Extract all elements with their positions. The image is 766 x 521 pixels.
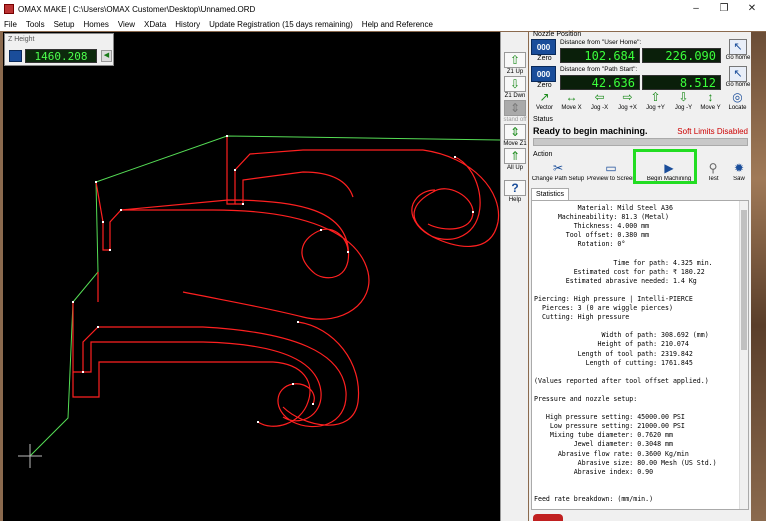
help-button[interactable]: ? Help xyxy=(503,180,527,204)
move-y-icon: ↕ xyxy=(707,90,714,104)
maximize-button[interactable]: ❐ xyxy=(710,0,738,18)
user-home-readout: 000 Zero Distance from "User Home": 102.… xyxy=(531,39,751,65)
zero-icon: 000 xyxy=(531,39,556,55)
move-x-button[interactable]: ↔ Move X xyxy=(558,90,585,114)
menu-setup[interactable]: Setup xyxy=(54,20,75,29)
right-arrow-icon: ⇨ xyxy=(622,90,633,104)
window-controls: – ❐ ✕ xyxy=(682,0,766,18)
statistics-text: Material: Mild Steel A36 Machineability:… xyxy=(534,204,717,503)
up-arrow-icon: ⇧ xyxy=(650,90,661,104)
saw-blade-icon: ✹ xyxy=(733,161,745,175)
tab-statistics[interactable]: Statistics xyxy=(531,188,569,200)
jog-minus-y-button[interactable]: ⇩ Jog -Y xyxy=(670,90,697,114)
action-label: Action xyxy=(533,151,553,158)
statistics-panel[interactable]: Material: Mild Steel A36 Machineability:… xyxy=(531,200,749,510)
menu-bar: File Tools Setup Homes View XData Histor… xyxy=(0,18,766,31)
home-arrow-icon: ↖ xyxy=(729,66,747,82)
standoff-icon: ⇕ xyxy=(504,100,526,116)
soft-limits-indicator: Soft Limits Disabled xyxy=(677,127,748,136)
menu-homes[interactable]: Homes xyxy=(83,20,108,29)
z1-up-button[interactable]: ⇧ Z1 Up xyxy=(503,52,527,76)
user-home-x-value: 102.684 xyxy=(560,48,640,63)
vector-icon: ↗ xyxy=(539,90,550,104)
path-start-readout: 000 Zero Distance from "Path Start": 42.… xyxy=(531,66,751,92)
zero-path-start-button[interactable]: 000 Zero xyxy=(531,66,558,92)
all-up-icon: ⇑ xyxy=(504,148,526,164)
zero-icon: 000 xyxy=(531,66,556,82)
z-height-title: Z Height xyxy=(8,36,35,43)
saw-button[interactable]: ✹ Saw xyxy=(727,160,751,184)
change-path-setup-button[interactable]: ✂ Change Path Setup xyxy=(531,160,585,184)
window-title: OMAX MAKE | C:\Users\OMAX Customer\Deskt… xyxy=(18,4,256,14)
monitor-icon: ▭ xyxy=(605,161,617,175)
move-y-button[interactable]: ↕ Move Y xyxy=(697,90,724,114)
traverse-path xyxy=(29,135,500,457)
menu-xdata[interactable]: XData xyxy=(144,20,166,29)
z1-down-button[interactable]: ⇩ Z1 Dwn xyxy=(503,76,527,100)
test-button[interactable]: ⚲ Test xyxy=(701,160,725,184)
desktop-background xyxy=(751,32,766,521)
cut-path-upper xyxy=(226,136,500,247)
begin-machining-highlight xyxy=(633,149,697,184)
vector-button[interactable]: ↗ Vector xyxy=(531,90,558,114)
path-start-label: Distance from "Path Start": xyxy=(560,66,638,73)
menu-tools[interactable]: Tools xyxy=(26,20,45,29)
minimize-button[interactable]: – xyxy=(682,0,710,18)
menu-help[interactable]: Help and Reference xyxy=(362,20,433,29)
toolpath-drawing xyxy=(18,135,500,468)
go-home-user-button[interactable]: ↖ Go home xyxy=(724,39,752,65)
menu-history[interactable]: History xyxy=(175,20,200,29)
go-home-path-button[interactable]: ↖ Go home xyxy=(724,66,752,92)
help-icon: ? xyxy=(504,180,526,196)
scissors-icon: ✂ xyxy=(552,161,564,175)
left-arrow-icon: ⇦ xyxy=(594,90,605,104)
omax-logo xyxy=(533,514,563,521)
test-icon: ⚲ xyxy=(708,161,718,175)
statistics-scrollbar[interactable] xyxy=(739,201,748,509)
menu-update-registration[interactable]: Update Registration (15 days remaining) xyxy=(209,20,353,29)
home-arrow-icon: ↖ xyxy=(729,39,747,55)
move-z-icon: ⇕ xyxy=(504,124,526,140)
move-z1-button[interactable]: ⇕ Move Z1 xyxy=(503,124,527,148)
jog-minus-x-button[interactable]: ⇦ Jog -X xyxy=(586,90,613,114)
preview-to-screen-button[interactable]: ▭ Preview to Screen xyxy=(587,160,635,184)
z-height-value: 1460.208 xyxy=(25,49,97,63)
cut-path-middle xyxy=(95,181,370,320)
close-button[interactable]: ✕ xyxy=(738,0,766,18)
menu-view[interactable]: View xyxy=(118,20,135,29)
up-arrow-icon: ⇧ xyxy=(504,52,526,68)
z-axis-icon xyxy=(9,50,22,62)
path-start-x-value: 42.636 xyxy=(560,75,640,90)
machining-progress-bar xyxy=(533,138,748,146)
nozzle-position-label: Nozzle Position xyxy=(533,31,582,38)
control-panel: Nozzle Position 000 Zero Distance from "… xyxy=(529,31,751,521)
menu-file[interactable]: File xyxy=(4,20,17,29)
status-message: Ready to begin machining. xyxy=(533,126,648,136)
move-x-icon: ↔ xyxy=(565,90,578,104)
vertex-markers xyxy=(72,135,474,423)
jog-toolbar: ↗ Vector ↔ Move X ⇦ Jog -X ⇨ Jog +X ⇧ Jog +Y … xyxy=(531,90,751,114)
jog-plus-y-button[interactable]: ⇧ Jog +Y xyxy=(642,90,669,114)
omax-app-icon xyxy=(4,4,14,14)
title-bar: OMAX MAKE | C:\Users\OMAX Customer\Deskt… xyxy=(0,0,766,18)
path-start-y-value: 8.512 xyxy=(642,75,721,90)
standoff-button[interactable]: ⇕ stand off xyxy=(503,100,527,124)
down-arrow-icon: ⇩ xyxy=(504,76,526,92)
z-toolbar: ⇧ Z1 Up ⇩ Z1 Dwn ⇕ stand off ⇕ Move Z1 ⇑… xyxy=(500,32,528,521)
jog-plus-x-button[interactable]: ⇨ Jog +X xyxy=(614,90,641,114)
toolpath-canvas[interactable] xyxy=(3,32,500,521)
cut-path-lower xyxy=(72,302,360,428)
back-arrow-icon[interactable]: ◀ xyxy=(101,50,112,62)
user-home-label: Distance from "User Home": xyxy=(560,39,642,46)
z-height-widget: Z Height 1460.208 ◀ xyxy=(4,33,114,66)
down-arrow-icon: ⇩ xyxy=(678,90,689,104)
status-label: Status xyxy=(533,116,553,123)
locate-button[interactable]: ◎ Locate xyxy=(724,90,751,114)
zero-user-home-button[interactable]: 000 Zero xyxy=(531,39,558,65)
all-up-button[interactable]: ⇑ All Up xyxy=(503,148,527,172)
locate-icon: ◎ xyxy=(732,90,743,104)
scrollbar-thumb[interactable] xyxy=(741,210,747,350)
user-home-y-value: 226.090 xyxy=(642,48,721,63)
